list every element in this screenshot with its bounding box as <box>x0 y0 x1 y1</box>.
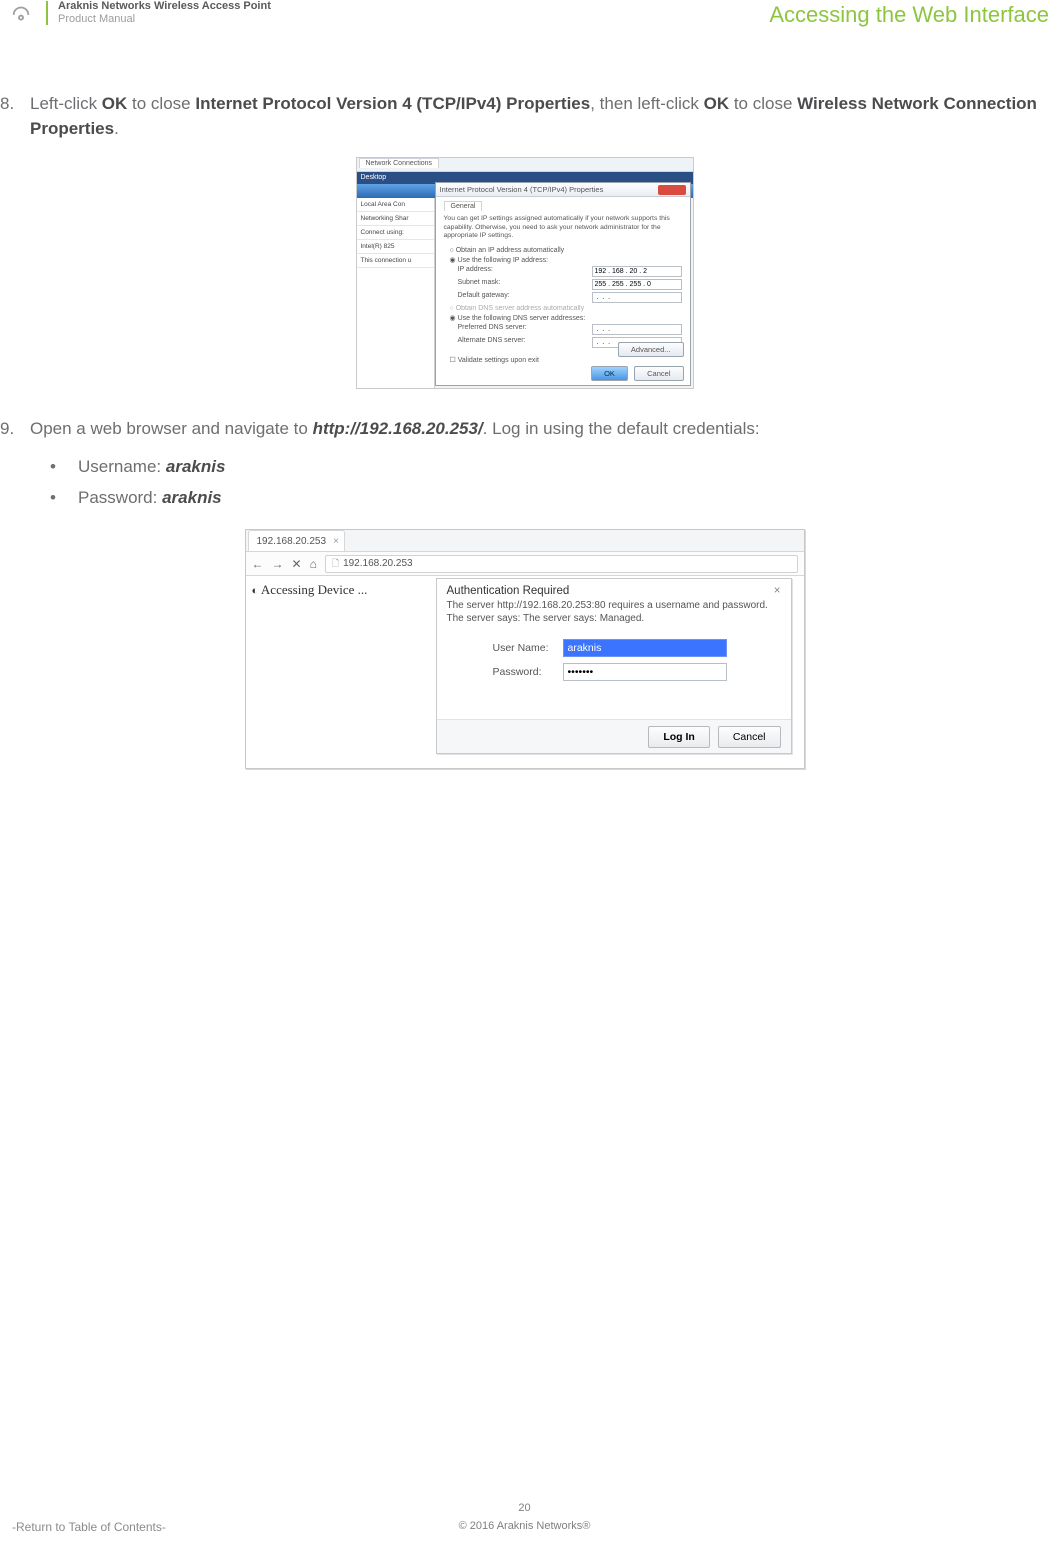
browser-tabbar: 192.168.20.253 <box>246 530 804 552</box>
step-number: 9. <box>0 417 30 513</box>
default-username: araknis <box>166 457 226 476</box>
subnet-mask-field[interactable] <box>592 279 682 290</box>
dns1-label: Preferred DNS server: <box>458 324 527 335</box>
radio-use-ip[interactable]: Use the following IP address: <box>450 256 682 264</box>
password-label: Password: <box>493 666 563 678</box>
t: Left-click <box>30 94 102 113</box>
t: Open a web browser and navigate to <box>30 419 313 438</box>
gateway-field[interactable] <box>592 292 682 303</box>
t: to close <box>127 94 195 113</box>
login-button[interactable]: Log In <box>648 726 710 748</box>
dns1-field[interactable] <box>592 324 682 335</box>
radio-obtain-ip[interactable]: Obtain an IP address automatically <box>450 247 682 254</box>
advanced-button[interactable]: Advanced... <box>618 342 684 357</box>
login-url: http://192.168.20.253/ <box>313 419 483 438</box>
step-8: 8. Left-click OK to close Internet Proto… <box>0 92 1049 141</box>
araknis-logo-icon <box>0 0 42 26</box>
close-icon[interactable] <box>658 185 686 195</box>
t: , then left-click <box>590 94 703 113</box>
cancel-button[interactable]: Cancel <box>718 726 781 748</box>
t: Local Area Con <box>357 198 434 212</box>
product-subtitle: Product Manual <box>58 13 271 26</box>
back-icon[interactable]: ← <box>252 557 264 571</box>
dns2-label: Alternate DNS server: <box>458 337 526 348</box>
t: 192.168.20.253 <box>343 558 413 569</box>
t: OK <box>102 94 128 113</box>
radio-obtain-dns: Obtain DNS server address automatically <box>450 305 682 312</box>
step-body: Open a web browser and navigate to http:… <box>30 417 1049 513</box>
t: . Log in using the default credentials: <box>483 419 760 438</box>
ip-address-field[interactable] <box>592 266 682 277</box>
ip-address-label: IP address: <box>458 266 493 277</box>
browser-tab[interactable]: 192.168.20.253 <box>248 530 346 551</box>
step-body: Left-click OK to close Internet Protocol… <box>30 92 1049 141</box>
t: OK <box>704 94 730 113</box>
ipv4-properties-dialog: Internet Protocol Version 4 (TCP/IPv4) P… <box>435 182 691 386</box>
auth-dialog-title: Authentication Required <box>447 585 570 597</box>
section-title: Accessing the Web Interface <box>769 2 1049 28</box>
username-label: User Name: <box>493 642 563 654</box>
step-number: 8. <box>0 92 30 141</box>
header-divider <box>46 1 48 25</box>
step-9: 9. Open a web browser and navigate to ht… <box>0 417 1049 513</box>
return-to-toc-link[interactable]: -Return to Table of Contents- <box>12 1520 166 1534</box>
default-password: araknis <box>162 488 222 507</box>
cancel-button[interactable]: Cancel <box>634 366 683 381</box>
stop-icon[interactable]: ✕ <box>292 557 302 571</box>
radio-use-dns[interactable]: Use the following DNS server addresses: <box>450 314 682 322</box>
list-item: Password: araknis <box>50 483 1049 514</box>
product-name: Araknis Networks Wireless Access Point <box>58 0 271 13</box>
network-connection-panel: Local Area Con Networking Shar Connect u… <box>357 198 435 388</box>
auth-dialog: Authentication Required × The server htt… <box>436 578 792 754</box>
t: Networking Shar <box>357 212 434 226</box>
figure-tcpip-dialog: Network Connections Desktop Local Area C… <box>356 157 694 389</box>
product-header: Araknis Networks Wireless Access Point P… <box>58 0 271 26</box>
t: Connect using: <box>357 226 434 240</box>
address-bar[interactable]: 192.168.20.253 <box>325 555 798 573</box>
username-field[interactable] <box>563 639 727 657</box>
dialog-title: Internet Protocol Version 4 (TCP/IPv4) P… <box>440 185 604 194</box>
password-field[interactable] <box>563 663 727 681</box>
page-number: 20 <box>0 1502 1049 1514</box>
page-loading-text: Accessing Device ... <box>252 582 368 598</box>
figure-browser-auth: 192.168.20.253 ← → ✕ ⌂ 192.168.20.253 Ac… <box>245 529 805 769</box>
list-item: Username: araknis <box>50 452 1049 483</box>
t: Password: <box>78 488 162 507</box>
ok-button[interactable]: OK <box>591 366 628 381</box>
gateway-label: Default gateway: <box>458 292 510 303</box>
dialog-note: You can get IP settings assigned automat… <box>444 215 682 240</box>
auth-dialog-message: The server http://192.168.20.253:80 requ… <box>437 599 791 633</box>
t: Intel(R) 825 <box>357 240 434 254</box>
t: to close <box>729 94 797 113</box>
t: Username: <box>78 457 166 476</box>
t: Internet Protocol Version 4 (TCP/IPv4) P… <box>195 94 590 113</box>
explorer-tab: Network Connections <box>359 158 440 168</box>
subnet-mask-label: Subnet mask: <box>458 279 501 290</box>
forward-icon[interactable]: → <box>272 557 284 571</box>
home-icon[interactable]: ⌂ <box>310 557 317 571</box>
t: This connection u <box>357 254 434 268</box>
general-tab[interactable]: General <box>444 201 483 211</box>
t: . <box>114 119 119 138</box>
close-icon[interactable]: × <box>774 585 781 597</box>
